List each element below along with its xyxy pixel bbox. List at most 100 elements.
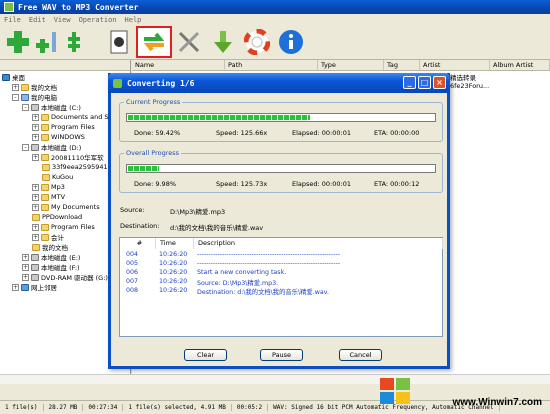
current-progress-fill [128,115,310,120]
minimize-button[interactable]: _ [403,76,416,89]
tree-item[interactable]: - 本地磁盘 (D:) [22,142,81,152]
net-icon [21,283,29,291]
expander-icon[interactable]: - [22,143,29,151]
menu-file[interactable]: File [4,16,21,24]
log-row-number: 008 [126,287,139,294]
info-icon[interactable] [276,27,306,57]
menu-edit[interactable]: Edit [29,16,46,24]
tree-item[interactable]: + 网上邻居 [12,282,57,292]
tree-item[interactable]: - 我的电脑 [12,92,57,102]
expander-icon[interactable]: + [32,133,39,141]
folder-icon [32,243,40,251]
app-titlebar: Free WAV to MP3 Converter [0,0,550,14]
overall-progress-label: Overall Progress [124,149,182,157]
tree-item-label: DVD-RAM 驱动器 (G:) [41,274,108,282]
tree-item[interactable]: + Program Files [32,122,95,132]
help-lifebuoy-icon[interactable] [242,27,272,57]
maximize-button[interactable]: □ [418,76,431,89]
expander-icon[interactable]: + [32,233,39,241]
expander-icon[interactable]: + [32,183,39,191]
tree-item-label: 本地磁盘 (E:) [41,254,81,262]
list-item[interactable]: 精选转录 [450,72,476,82]
log-header-number[interactable]: # [120,238,156,249]
tree-item[interactable]: - 本地磁盘 (C:) [22,102,81,112]
overall-speed: Speed: 125.73x [216,180,268,188]
dialog-title: Converting 1/6 [127,78,195,88]
cancel-button[interactable]: Cancel [339,349,382,361]
status-selection-duration: 00:05:2 [232,404,269,411]
expander-icon[interactable]: + [32,113,39,121]
tree-item[interactable]: + My Documents [32,202,100,212]
tree-item[interactable]: + DVD-RAM 驱动器 (G:) [22,272,108,282]
tree-item[interactable]: + 我的文档 [12,82,57,92]
close-button[interactable]: × [433,76,446,89]
status-total-size: 28.27 MB [44,404,84,411]
add-icon[interactable] [3,27,33,57]
expander-icon[interactable]: - [22,103,29,111]
tree-item[interactable]: 我的文档 [32,242,68,252]
column-tag[interactable]: Tag [384,60,420,71]
log-row-time: 10:26:20 [159,287,188,294]
folder-icon [41,223,49,231]
expander-icon[interactable]: + [32,153,39,161]
tree-item[interactable]: + Mp3 [32,182,65,192]
convert-icon[interactable] [136,26,172,58]
add-multiple-icon[interactable] [33,27,63,57]
column-artist[interactable]: Artist [420,60,490,71]
current-speed: Speed: 125.66x [216,129,268,137]
list-item[interactable]: 6fe23Foru... [450,82,489,90]
settings-icon[interactable] [174,27,204,57]
log-row-time: 10:26:20 [159,278,188,285]
toolbar [0,25,550,60]
pause-button[interactable]: Pause [260,349,303,361]
column-album-artist[interactable]: Album Artist [490,60,550,71]
column-path[interactable]: Path [225,60,318,71]
tree-item[interactable]: +20081110华军软 [32,152,104,162]
play-icon[interactable] [104,27,134,57]
tree-item[interactable]: PPDownload [32,212,82,222]
current-done: Done: 59.42% [134,129,181,137]
folder-icon [41,133,49,141]
folder-icon [32,213,40,221]
tree-header [0,60,130,71]
tree-item[interactable]: + 本地磁盘 (F:) [22,262,80,272]
expander-icon[interactable]: + [22,273,29,281]
tree-item[interactable]: + Documents and S [32,112,109,122]
log-header-description[interactable]: Description [194,238,443,249]
drive-icon [31,143,39,151]
expander-icon[interactable]: + [12,283,19,291]
log-header-time[interactable]: Time [156,238,194,249]
tree-item[interactable]: KuGou [42,172,73,182]
current-eta: ETA: 00:00:00 [374,129,420,137]
expander-icon[interactable]: + [12,83,19,91]
expander-icon[interactable]: + [32,193,39,201]
tree-item[interactable]: + 本地磁盘 (E:) [22,252,80,262]
desktop-icon [2,73,10,81]
expander-icon[interactable]: + [32,203,39,211]
expander-icon[interactable]: + [22,253,29,261]
menu-operation[interactable]: Operation [79,16,117,24]
menu-view[interactable]: View [54,16,71,24]
overall-done: Done: 9.98% [134,180,177,188]
expander-icon[interactable]: + [32,223,39,231]
pc-icon [21,93,29,101]
tree-item-label: 本地磁盘 (C:) [41,104,81,112]
tree-item[interactable]: 33f9eea2595941 [42,162,108,172]
column-type[interactable]: Type [318,60,384,71]
expander-icon[interactable]: + [32,123,39,131]
tree-item[interactable]: + Program Files [32,222,95,232]
tree-item[interactable]: + 会计 [32,232,64,242]
log-row-time: 10:26:20 [159,269,188,276]
menu-help[interactable]: Help [125,16,142,24]
clear-button[interactable]: Clear [184,349,227,361]
tree-item[interactable]: + WINDOWS [32,132,85,142]
expander-icon[interactable]: - [12,93,19,101]
column-name[interactable]: Name [132,60,225,71]
remove-icon[interactable] [62,27,92,57]
log-list[interactable]: # Time Description 004 10:26:20 ----------… [119,237,443,337]
download-icon[interactable] [208,27,238,57]
tree-item[interactable]: 桌面 [2,72,25,82]
expander-icon[interactable]: + [22,263,29,271]
folder-icon [41,233,49,241]
tree-item[interactable]: + MTV [32,192,65,202]
